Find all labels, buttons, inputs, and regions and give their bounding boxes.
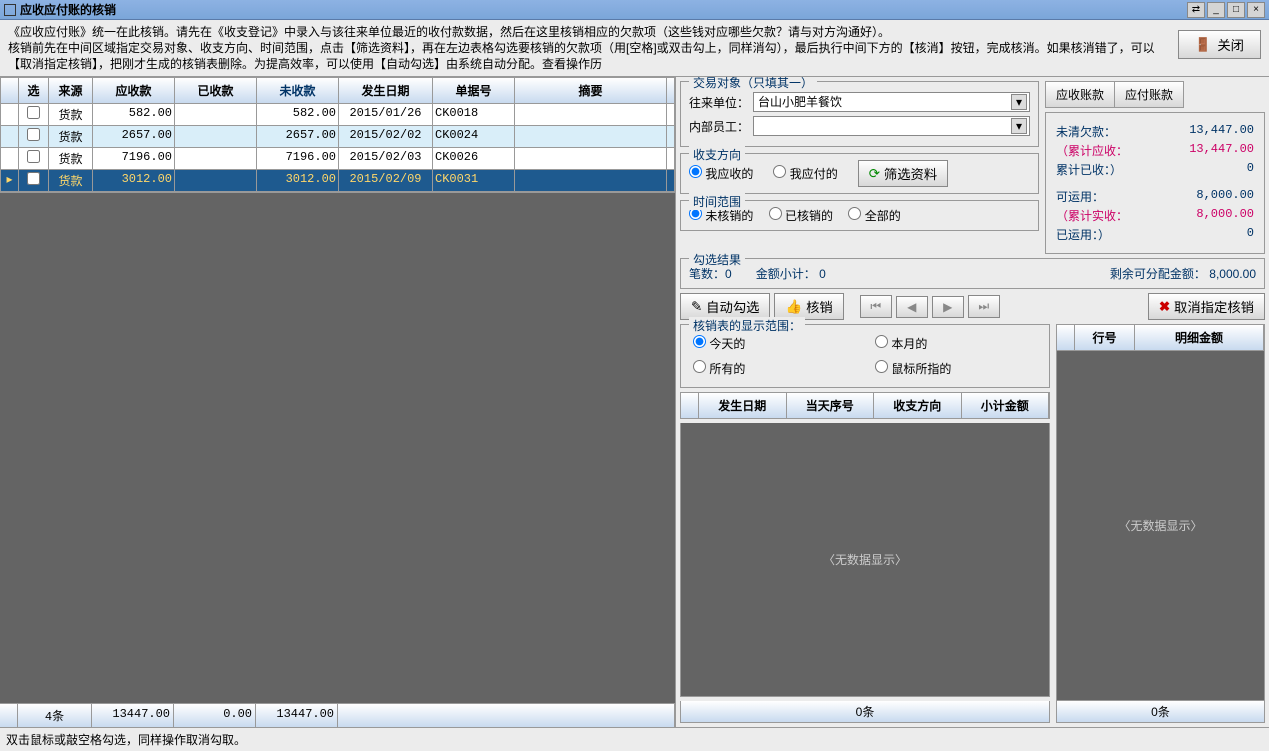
x-icon: ✖	[1159, 299, 1170, 315]
dock-button[interactable]: ⇄	[1187, 2, 1205, 18]
close-window-button[interactable]: ×	[1247, 2, 1265, 18]
nav-first[interactable]: ⏮	[860, 295, 892, 318]
grid-header: 选 来源 应收款 已收款 未收款 发生日期 单据号 摘要	[1, 78, 674, 104]
col-source[interactable]: 来源	[49, 78, 93, 103]
table-row[interactable]: 货款 2657.00 2657.00 2015/02/02 CK0024	[1, 126, 674, 148]
detail-grid2-body: 〈无数据显示〉	[1056, 351, 1265, 701]
lower-left-pane: 核销表的显示范围： 今天的 本月的 所有的 鼠标所指的 发生日期 当天序号 收支…	[680, 324, 1050, 723]
employee-combo[interactable]	[753, 116, 1030, 136]
maximize-button[interactable]: □	[1227, 2, 1245, 18]
edit-icon: ✎	[691, 299, 702, 315]
writeoff-button[interactable]: 👍核销	[774, 293, 843, 320]
col-notreceived[interactable]: 未收款	[257, 78, 339, 103]
app-icon	[4, 4, 16, 16]
radio-unwritten[interactable]: 未核销的	[689, 209, 753, 223]
titlebar: 应收应付账的核销 ⇄ _ □ ×	[0, 0, 1269, 20]
transaction-target-group: 交易对象（只填其一） 往来单位： 台山小肥羊餐饮 内部员工：	[680, 81, 1039, 147]
unit-label: 往来单位：	[689, 94, 749, 111]
radio-written[interactable]: 已核销的	[769, 209, 833, 223]
stats-box: 未清欠款：13,447.00 （累计应收：13,447.00 累计已收：）0 可…	[1045, 112, 1265, 254]
col-select[interactable]: 选	[19, 78, 49, 103]
detail-grid1-body: 〈无数据显示〉	[680, 423, 1050, 697]
close-button[interactable]: 🚪 关闭	[1178, 30, 1261, 59]
left-grid-pane: 选 来源 应收款 已收款 未收款 发生日期 单据号 摘要 货款 582.00 5…	[0, 77, 676, 727]
tab-receivable[interactable]: 应收账款	[1045, 81, 1115, 108]
nav-next[interactable]: ▶	[932, 296, 964, 318]
window-title: 应收应付账的核销	[20, 1, 1187, 18]
radio-mouse[interactable]: 鼠标所指的	[875, 360, 1037, 377]
check-result-group: 勾选结果 笔数：0 金额小计： 0 剩余可分配金额： 8,000.00	[680, 258, 1265, 289]
radio-month[interactable]: 本月的	[875, 335, 1037, 352]
grid-footer: 4条 13447.00 0.00 13447.00	[0, 703, 675, 727]
col-date[interactable]: 发生日期	[339, 78, 433, 103]
unit-combo[interactable]: 台山小肥羊餐饮	[753, 92, 1030, 112]
detail-grid1-header: 发生日期 当天序号 收支方向 小计金额	[680, 392, 1050, 419]
nav-prev[interactable]: ◀	[896, 296, 928, 318]
radio-receivable[interactable]: 我应收的	[689, 165, 753, 182]
time-range-group: 时间范围 未核销的 已核销的 全部的	[680, 200, 1039, 231]
employee-label: 内部员工：	[689, 118, 749, 135]
status-bar: 双击鼠标或敲空格勾选，同样操作取消勾取。	[0, 727, 1269, 751]
radio-today[interactable]: 今天的	[693, 335, 855, 352]
detail-grid2-footer: 0条	[1056, 701, 1265, 723]
table-row[interactable]: 货款 582.00 582.00 2015/01/26 CK0018	[1, 104, 674, 126]
main-grid[interactable]: 选 来源 应收款 已收款 未收款 发生日期 单据号 摘要 货款 582.00 5…	[0, 77, 675, 193]
table-row-selected[interactable]: ▸ 货款 3012.00 3012.00 2015/02/09 CK0031	[1, 170, 674, 192]
radio-all[interactable]: 全部的	[848, 209, 900, 223]
auto-check-button[interactable]: ✎自动勾选	[680, 293, 770, 320]
col-receivable[interactable]: 应收款	[93, 78, 175, 103]
door-icon: 🚪	[1195, 37, 1212, 53]
lower-right-pane: 行号 明细金额 〈无数据显示〉 0条	[1056, 324, 1265, 723]
instruction-line-2: 核销前先在中间区域指定交易对象、收支方向、时间范围，点击【筛选资料】，再在左边表…	[8, 40, 1178, 72]
display-range-group: 核销表的显示范围： 今天的 本月的 所有的 鼠标所指的	[680, 324, 1050, 388]
instruction-bar: 《应收应付账》统一在此核销。请先在《收支登记》中录入与该往来单位最近的收付款数据…	[0, 20, 1269, 77]
row-checkbox[interactable]	[27, 150, 40, 163]
right-pane: 交易对象（只填其一） 往来单位： 台山小肥羊餐饮 内部员工： 收支方向 我应收的…	[676, 77, 1269, 727]
row-checkbox[interactable]	[27, 172, 40, 185]
tab-payable[interactable]: 应付账款	[1114, 81, 1184, 108]
footer-count: 4条	[18, 704, 92, 727]
cancel-writeoff-button[interactable]: ✖取消指定核销	[1148, 293, 1265, 320]
radio-payable[interactable]: 我应付的	[773, 165, 837, 182]
col-bill[interactable]: 单据号	[433, 78, 515, 103]
radio-all-range[interactable]: 所有的	[693, 360, 855, 377]
row-checkbox[interactable]	[27, 106, 40, 119]
table-row[interactable]: 货款 7196.00 7196.00 2015/02/03 CK0026	[1, 148, 674, 170]
footer-sum2: 0.00	[174, 704, 256, 727]
footer-sum3: 13447.00	[256, 704, 338, 727]
col-summary[interactable]: 摘要	[515, 78, 667, 103]
footer-sum1: 13447.00	[92, 704, 174, 727]
filter-button[interactable]: ⟳筛选资料	[858, 160, 948, 187]
nav-last[interactable]: ⏭	[968, 295, 1000, 318]
direction-group: 收支方向 我应收的 我应付的 ⟳筛选资料	[680, 153, 1039, 194]
action-row: ✎自动勾选 👍核销 ⏮ ◀ ▶ ⏭ ✖取消指定核销	[680, 293, 1265, 320]
col-received[interactable]: 已收款	[175, 78, 257, 103]
account-tabs: 应收账款 应付账款	[1045, 81, 1265, 108]
detail-grid2-header: 行号 明细金额	[1056, 324, 1265, 351]
row-checkbox[interactable]	[27, 128, 40, 141]
instruction-line-1: 《应收应付账》统一在此核销。请先在《收支登记》中录入与该往来单位最近的收付款数据…	[8, 24, 1178, 40]
minimize-button[interactable]: _	[1207, 2, 1225, 18]
ok-icon: 👍	[785, 299, 802, 315]
grid-empty-area	[0, 193, 675, 703]
refresh-icon: ⟳	[869, 166, 880, 182]
detail-grid1-footer: 0条	[680, 701, 1050, 723]
